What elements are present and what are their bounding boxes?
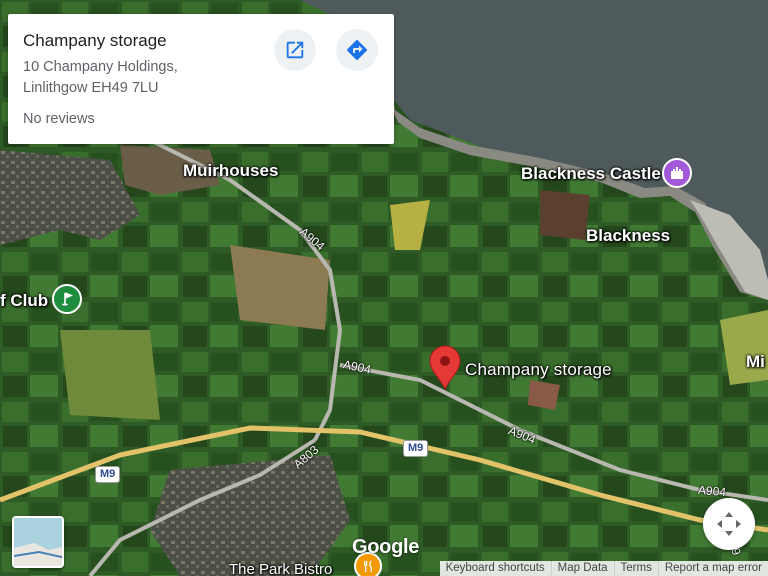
map-footer: Keyboard shortcuts Map Data Terms Report… xyxy=(439,561,768,576)
castle-icon xyxy=(671,167,683,179)
google-logo: Google xyxy=(352,536,420,558)
pan-control-button[interactable] xyxy=(703,498,755,550)
place-label-mi[interactable]: Mi xyxy=(746,352,765,372)
castle-poi-icon[interactable] xyxy=(662,158,692,188)
place-label-blackness-castle[interactable]: Blackness Castle xyxy=(521,164,661,184)
map-data-link[interactable]: Map Data xyxy=(550,561,614,576)
address-line-2: Linlithgow EH49 7LU xyxy=(23,80,159,96)
directions-icon xyxy=(346,39,368,61)
open-in-maps-button[interactable] xyxy=(274,29,316,71)
location-pin-icon[interactable] xyxy=(428,344,462,390)
map-thumbnail-icon xyxy=(14,518,62,566)
place-label-blackness[interactable]: Blackness xyxy=(586,226,670,246)
address-line-1: 10 Champany Holdings, xyxy=(23,59,178,75)
map-layer-toggle[interactable] xyxy=(12,516,64,568)
open-in-new-icon xyxy=(286,41,304,59)
golf-icon xyxy=(62,292,74,306)
terms-link[interactable]: Terms xyxy=(613,561,658,576)
place-title: Champany storage xyxy=(23,31,167,50)
move-arrows-icon xyxy=(717,512,741,536)
road-label-a904-far-east: A904 xyxy=(697,482,727,500)
report-map-error-link[interactable]: Report a map error xyxy=(657,561,768,576)
place-label-golf-club[interactable]: f Club xyxy=(0,291,48,311)
fork-knife-icon xyxy=(363,559,372,572)
keyboard-shortcuts-link[interactable]: Keyboard shortcuts xyxy=(440,561,551,576)
place-label-park-bistro[interactable]: The Park Bistro xyxy=(229,561,332,576)
golf-poi-icon[interactable] xyxy=(52,284,82,314)
place-info-card[interactable]: Champany storage 10 Champany Holdings, L… xyxy=(8,14,394,144)
directions-button[interactable] xyxy=(336,29,378,71)
reviews-text: No reviews xyxy=(23,111,95,127)
pin-label[interactable]: Champany storage xyxy=(465,360,612,380)
road-shield-m9-left: M9 xyxy=(95,466,121,483)
road-shield-m9-center: M9 xyxy=(403,440,429,457)
place-label-muirhouses[interactable]: Muirhouses xyxy=(183,161,278,181)
